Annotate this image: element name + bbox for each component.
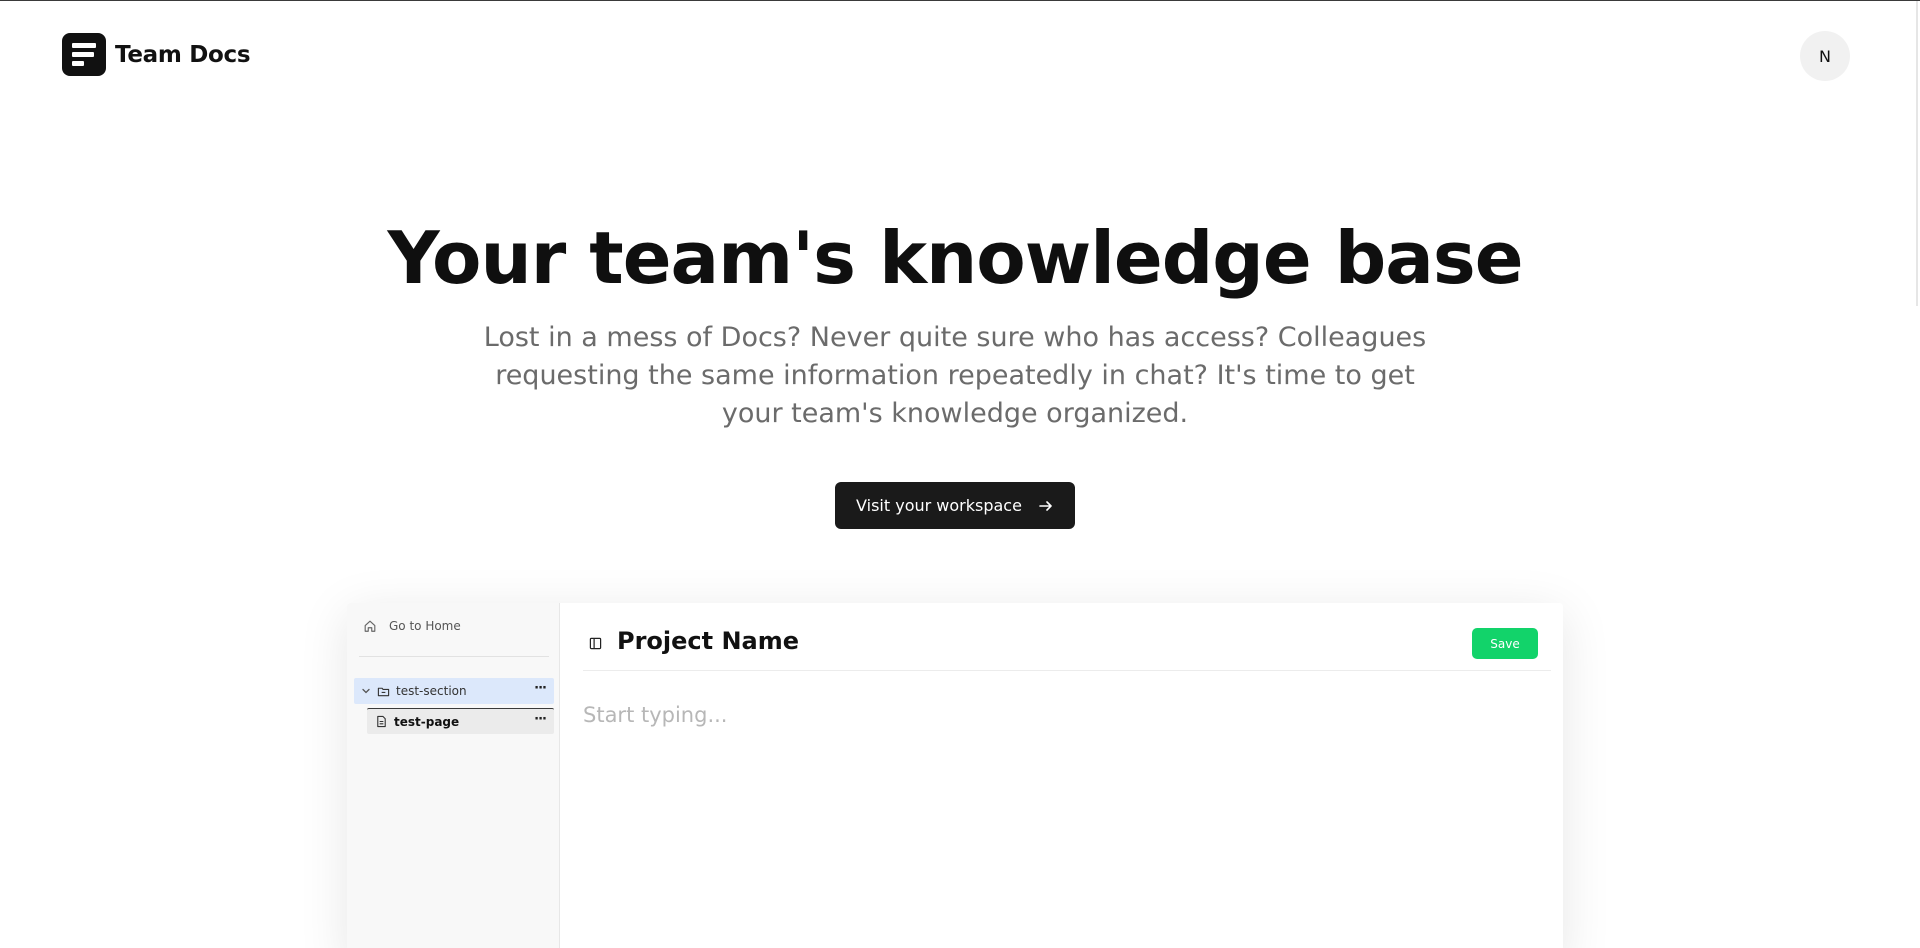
document-title[interactable]: Project Name xyxy=(617,627,799,655)
sidebar-item-test-section[interactable]: test-section ··· xyxy=(354,678,554,704)
hero-title: Your team's knowledge base xyxy=(387,216,1523,300)
editor-body-input[interactable]: Start typing... xyxy=(583,703,727,727)
save-label: Save xyxy=(1490,636,1520,651)
cta-label: Visit your workspace xyxy=(856,496,1022,515)
sidebar-divider xyxy=(359,656,549,657)
logo-link[interactable]: Team Docs xyxy=(62,33,251,76)
folder-icon xyxy=(377,687,390,696)
app-name: Team Docs xyxy=(115,41,251,68)
user-avatar[interactable]: N xyxy=(1800,31,1850,81)
home-icon xyxy=(364,620,376,632)
sidebar-toggle-icon[interactable] xyxy=(589,637,602,650)
section-label: test-section xyxy=(396,684,467,698)
arrow-right-icon xyxy=(1039,500,1052,511)
editor-divider xyxy=(583,670,1551,671)
docs-logo-icon xyxy=(62,33,106,76)
sidebar-item-test-page[interactable]: test-page ··· xyxy=(367,708,554,734)
landing-page: Team Docs N Your team's knowledge base L… xyxy=(0,0,1920,948)
page-label: test-page xyxy=(394,714,460,729)
save-button[interactable]: Save xyxy=(1472,628,1538,659)
section-more-icon[interactable]: ··· xyxy=(534,682,547,695)
preview-sidebar: Go to Home test-section ··· test-page ··… xyxy=(347,603,560,948)
hero-subtitle: Lost in a mess of Docs? Never quite sure… xyxy=(483,322,1427,429)
page-more-icon[interactable]: ··· xyxy=(534,713,547,726)
page-scrollbar[interactable] xyxy=(1916,1,1918,306)
visit-workspace-button[interactable]: Visit your workspace xyxy=(835,482,1075,529)
avatar-initial: N xyxy=(1819,46,1831,66)
document-icon xyxy=(377,715,386,728)
preview-editor: Project Name Save Start typing... xyxy=(561,603,1563,948)
home-label: Go to Home xyxy=(389,619,461,633)
app-preview: Go to Home test-section ··· test-page ··… xyxy=(347,603,1563,948)
chevron-down-icon[interactable] xyxy=(360,685,372,697)
go-to-home-link[interactable]: Go to Home xyxy=(363,619,461,633)
